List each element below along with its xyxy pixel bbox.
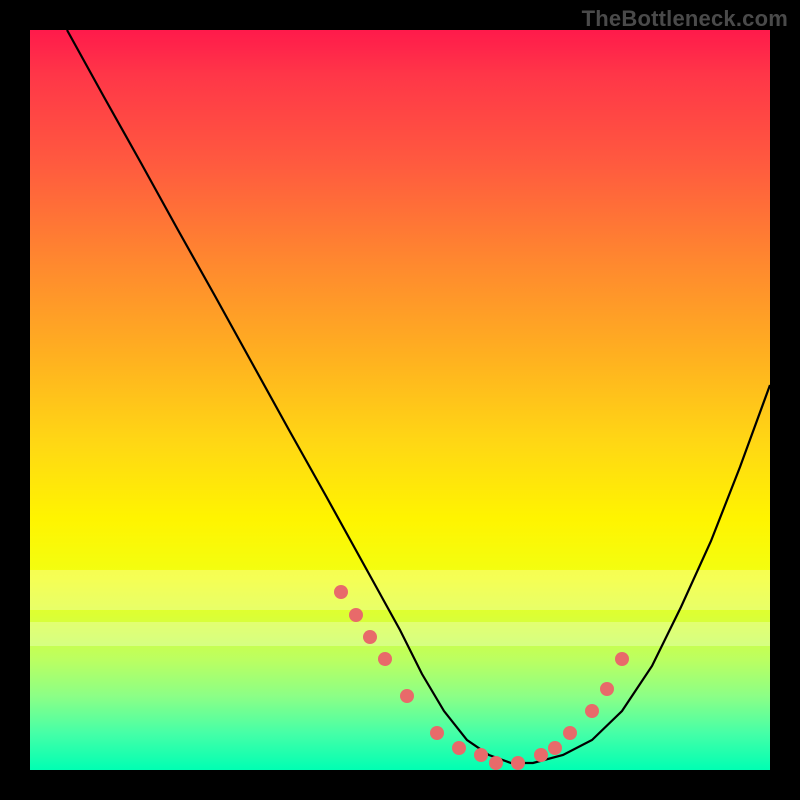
marker-dot [585, 704, 599, 718]
watermark-text: TheBottleneck.com [582, 6, 788, 32]
marker-dot [430, 726, 444, 740]
marker-dots-group [334, 585, 629, 770]
marker-dot [400, 689, 414, 703]
marker-dot [378, 652, 392, 666]
marker-dot [349, 608, 363, 622]
marker-dot [489, 756, 503, 770]
chart-svg [30, 30, 770, 770]
chart-plot-area [30, 30, 770, 770]
marker-dot [363, 630, 377, 644]
marker-dot [511, 756, 525, 770]
marker-dot [474, 748, 488, 762]
marker-dot [534, 748, 548, 762]
chart-frame: TheBottleneck.com [0, 0, 800, 800]
marker-dot [615, 652, 629, 666]
marker-dot [600, 682, 614, 696]
bottleneck-curve-path [67, 30, 770, 763]
marker-dot [548, 741, 562, 755]
marker-dot [452, 741, 466, 755]
marker-dot [563, 726, 577, 740]
marker-dot [334, 585, 348, 599]
